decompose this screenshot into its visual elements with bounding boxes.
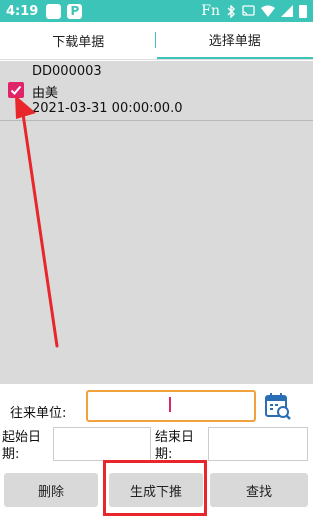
filter-form: 往来单位: 起始日期: 结束日期: 删除 生成下推 查找 bbox=[0, 384, 313, 518]
fn-icon: Fn bbox=[201, 3, 220, 19]
wifi-icon bbox=[261, 5, 275, 17]
partner-input[interactable] bbox=[86, 390, 256, 422]
tab-bar: 下载单据 选择单据 bbox=[0, 22, 313, 60]
tab-divider bbox=[155, 32, 156, 48]
search-button[interactable]: 查找 bbox=[210, 473, 308, 507]
list-item[interactable]: DD000003 由美 2021-03-31 00:00:00.0 bbox=[0, 61, 313, 121]
delete-button[interactable]: 删除 bbox=[4, 473, 98, 507]
calendar-search-icon[interactable] bbox=[265, 392, 291, 420]
status-time: 4:19 bbox=[6, 3, 39, 19]
tab-select-documents[interactable]: 选择单据 bbox=[156, 22, 313, 59]
tab-download-documents-label: 下载单据 bbox=[52, 35, 105, 50]
cast-icon bbox=[242, 5, 255, 16]
tab-select-documents-label: 选择单据 bbox=[208, 34, 261, 49]
signal-icon bbox=[281, 5, 293, 17]
partner-label: 往来单位: bbox=[10, 406, 67, 421]
item-checkbox[interactable] bbox=[8, 82, 24, 98]
end-date-input[interactable] bbox=[208, 427, 308, 461]
notification-square-icon bbox=[46, 3, 62, 19]
item-code: DD000003 bbox=[32, 64, 102, 79]
status-bar: 4:19 P Fn bbox=[0, 0, 313, 22]
text-cursor bbox=[169, 397, 171, 412]
item-datetime: 2021-03-31 00:00:00.0 bbox=[32, 101, 183, 116]
start-date-input[interactable] bbox=[53, 427, 151, 461]
generate-push-button[interactable]: 生成下推 bbox=[109, 473, 203, 507]
check-icon bbox=[10, 85, 22, 95]
tab-download-documents[interactable]: 下载单据 bbox=[0, 22, 157, 59]
item-name: 由美 bbox=[32, 86, 59, 101]
battery-icon bbox=[299, 4, 307, 18]
start-date-label: 起始日期: bbox=[2, 430, 42, 462]
status-icons: Fn bbox=[201, 3, 307, 19]
end-date-label: 结束日期: bbox=[155, 430, 195, 462]
document-list[interactable]: DD000003 由美 2021-03-31 00:00:00.0 bbox=[0, 61, 313, 384]
parking-app-icon: P bbox=[67, 3, 83, 19]
bluetooth-icon bbox=[227, 4, 235, 18]
